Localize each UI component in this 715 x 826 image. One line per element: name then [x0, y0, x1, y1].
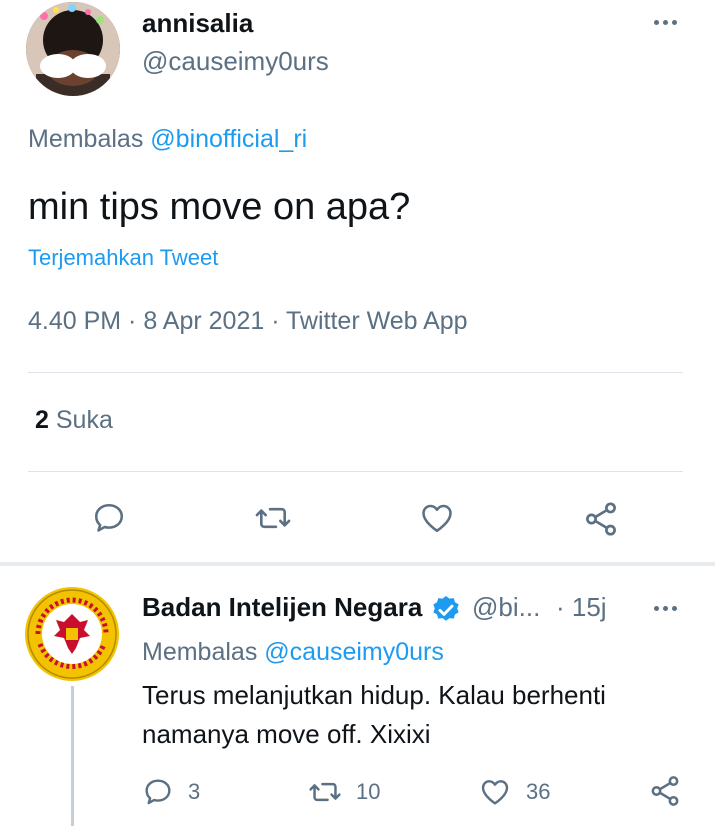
share-button[interactable]: [582, 500, 620, 538]
thread-connector: [71, 686, 74, 826]
retweet-icon: [255, 507, 291, 529]
avatar-photo: [26, 2, 120, 96]
like-icon: [481, 780, 509, 805]
reply-more-options-button[interactable]: [648, 596, 682, 620]
reply-replying-to: Membalas @causeimy0urs: [142, 638, 444, 667]
reply-reply-button[interactable]: 3: [142, 776, 200, 808]
reply-share-button[interactable]: [648, 774, 682, 808]
likes-count: 2: [35, 406, 49, 434]
divider: [28, 372, 683, 373]
author-name[interactable]: annisalia: [142, 8, 253, 39]
reply-button[interactable]: [91, 500, 127, 536]
reply-icon: [94, 503, 124, 532]
likes-label: Suka: [55, 406, 113, 434]
verified-badge-icon: [433, 596, 459, 621]
more-icon: [653, 605, 677, 611]
reply-author-handle[interactable]: @bi...: [472, 592, 540, 623]
share-icon: [651, 776, 679, 806]
likes-stat[interactable]: 2 Suka: [35, 406, 113, 435]
replying-prefix: Membalas: [28, 125, 144, 153]
reply-author-name[interactable]: Badan Intelijen Negara: [142, 592, 422, 623]
reply-icon: [145, 779, 171, 805]
translate-tweet-link[interactable]: Terjemahkan Tweet: [28, 245, 218, 271]
reply-tweet[interactable]: Badan Intelijen Negara @bi... · 15j Memb…: [0, 566, 715, 826]
divider: [28, 471, 683, 472]
retweet-icon: [309, 782, 341, 802]
replying-to-mention[interactable]: @causeimy0urs: [264, 638, 444, 666]
replying-prefix: Membalas: [142, 638, 258, 666]
reply-text: Terus melanjutkan hidup. Kalau berhenti …: [142, 680, 606, 749]
like-count: 36: [526, 779, 551, 804]
like-icon: [422, 504, 452, 533]
like-button[interactable]: [418, 500, 456, 536]
reply-time[interactable]: · 15j: [556, 592, 607, 623]
main-tweet: annisalia @causeimy0urs Membalas @binoff…: [0, 0, 715, 566]
reply-retweet-button[interactable]: 10: [308, 776, 380, 808]
reply-count: 3: [188, 779, 201, 804]
reply-author-avatar[interactable]: [24, 586, 120, 682]
replying-to: Membalas @binofficial_ri: [28, 125, 307, 154]
replying-to-mention[interactable]: @binofficial_ri: [150, 125, 307, 153]
author-handle[interactable]: @causeimy0urs: [142, 46, 329, 77]
retweet-count: 10: [356, 779, 381, 804]
retweet-button[interactable]: [254, 500, 292, 536]
more-icon: [653, 19, 677, 25]
reply-like-button[interactable]: 36: [478, 776, 550, 808]
share-icon: [586, 502, 616, 536]
bin-emblem-icon: [25, 587, 119, 681]
tweet-timestamp[interactable]: 4.40 PM · 8 Apr 2021 · Twitter Web App: [28, 307, 468, 336]
user-avatar[interactable]: [26, 2, 120, 96]
more-options-button[interactable]: [648, 10, 682, 34]
tweet-text: min tips move on apa?: [28, 186, 411, 228]
